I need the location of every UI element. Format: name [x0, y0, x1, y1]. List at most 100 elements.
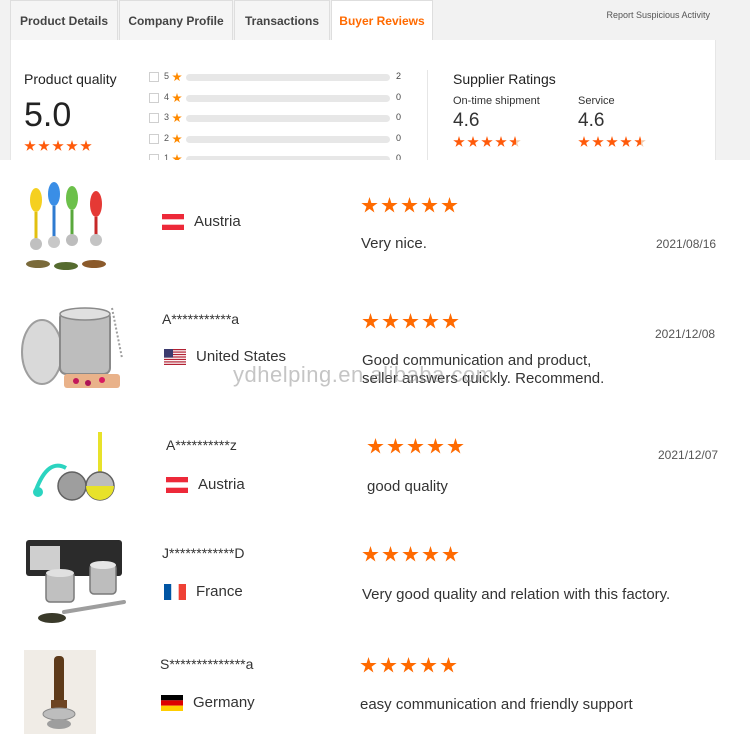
star-icon — [467, 136, 479, 147]
service-value: 4.6 — [578, 110, 605, 131]
supplier-ratings-title: Supplier Ratings — [453, 71, 556, 87]
germany-flag-icon — [161, 694, 183, 711]
tab-transactions[interactable]: Transactions — [234, 0, 330, 40]
star-icon — [362, 546, 379, 562]
product-thumbnail[interactable] — [28, 428, 124, 524]
star-icon — [441, 197, 458, 213]
star-icon — [24, 140, 36, 151]
reviewer-name: J************D — [162, 545, 245, 561]
star-icon — [80, 140, 92, 151]
country-name: Austria — [198, 476, 245, 493]
product-thumbnail[interactable] — [24, 536, 126, 632]
tab-bar: Product Details Company Profile Transact… — [0, 0, 750, 41]
rating-star-label: 1 — [164, 153, 170, 160]
star-icon — [592, 136, 604, 147]
reviewer-country: Germany — [161, 694, 255, 711]
review-comment: easy communication and friendly support — [360, 696, 633, 713]
star-icon — [440, 657, 457, 673]
star-icon — [172, 134, 182, 144]
united-states-flag-icon — [164, 348, 186, 365]
rating-row-1[interactable]: 1 0 — [149, 153, 409, 160]
star-icon — [360, 657, 377, 673]
review-stars — [362, 313, 459, 330]
austria-flag-icon — [162, 213, 184, 230]
star-icon — [380, 657, 397, 673]
star-icon — [453, 136, 465, 147]
star-icon — [52, 140, 64, 151]
rating-bar — [186, 156, 390, 160]
review-date: 2021/08/16 — [656, 237, 717, 251]
rating-count: 0 — [396, 112, 402, 122]
star-icon — [422, 313, 439, 329]
rating-bar — [186, 136, 390, 143]
rating-bar — [186, 95, 390, 102]
rating-count: 2 — [396, 71, 402, 81]
review-stars — [367, 438, 464, 455]
star-icon — [495, 136, 507, 147]
tab-product-details[interactable]: Product Details — [10, 0, 118, 40]
france-flag-icon — [164, 583, 186, 600]
review-date: 2021/12/08 — [655, 327, 716, 341]
star-icon — [172, 72, 182, 82]
star-icon — [442, 546, 459, 562]
rating-count: 0 — [396, 153, 402, 160]
review-stars — [362, 546, 459, 563]
rating-row-4[interactable]: 4 0 — [149, 92, 409, 104]
reviewer-name: A**********z — [166, 437, 237, 453]
product-quality-label: Product quality — [24, 71, 117, 87]
product-thumbnail[interactable] — [20, 298, 123, 394]
reviewer-country: Austria — [162, 213, 241, 230]
tab-company-profile[interactable]: Company Profile — [119, 0, 233, 40]
review-item: Austria Very nice. 2021/08/16 — [0, 172, 750, 282]
rating-row-5[interactable]: 5 2 — [149, 71, 409, 83]
star-icon — [420, 657, 437, 673]
filter-checkbox[interactable] — [149, 113, 159, 123]
star-icon — [427, 438, 444, 454]
rating-star-label: 3 — [164, 112, 170, 122]
filter-checkbox[interactable] — [149, 72, 159, 82]
rating-row-3[interactable]: 3 0 — [149, 112, 409, 124]
star-icon — [38, 140, 50, 151]
filter-checkbox[interactable] — [149, 154, 159, 160]
star-half-icon — [634, 136, 646, 147]
star-icon — [447, 438, 464, 454]
star-icon — [620, 136, 632, 147]
ontime-shipment-label: On-time shipment — [453, 95, 540, 107]
product-quality-score: 5.0 — [24, 96, 72, 134]
star-half-icon — [509, 136, 521, 147]
reviewer-country: Austria — [166, 476, 245, 493]
star-icon — [402, 546, 419, 562]
filter-checkbox[interactable] — [149, 93, 159, 103]
divider — [427, 70, 428, 160]
review-stars — [361, 197, 458, 214]
review-comment-line: seller answers quickly. Recommend. — [362, 370, 605, 387]
report-suspicious-link[interactable]: Report Suspicious Activity — [606, 10, 710, 20]
review-comment: Very nice. — [361, 235, 427, 252]
star-icon — [421, 197, 438, 213]
tab-buyer-reviews[interactable]: Buyer Reviews — [331, 0, 433, 41]
filter-checkbox[interactable] — [149, 134, 159, 144]
star-icon — [422, 546, 439, 562]
star-icon — [481, 136, 493, 147]
review-item: S**************a Germany easy communicat… — [0, 645, 750, 750]
star-icon — [606, 136, 618, 147]
ontime-shipment-stars — [453, 136, 521, 148]
star-icon — [387, 438, 404, 454]
review-comment: good quality — [367, 478, 448, 495]
product-thumbnail[interactable] — [20, 178, 116, 274]
star-icon — [382, 313, 399, 329]
star-icon — [381, 197, 398, 213]
reviewer-country: United States — [164, 348, 286, 365]
review-comment: Very good quality and relation with this… — [362, 586, 671, 603]
rating-card: Product quality 5.0 5 2 4 0 3 0 2 0 1 0 … — [10, 40, 716, 160]
product-thumbnail[interactable] — [24, 650, 120, 746]
star-icon — [442, 313, 459, 329]
review-date: 2021/12/07 — [658, 448, 719, 462]
star-icon — [401, 197, 418, 213]
rating-count: 0 — [396, 133, 402, 143]
rating-row-2[interactable]: 2 0 — [149, 133, 409, 145]
rating-bar — [186, 74, 390, 81]
reviewer-name: A***********a — [162, 311, 240, 327]
review-item: A***********a United States Good communi… — [0, 292, 750, 412]
review-comment-line: Good communication and product, — [362, 352, 592, 369]
